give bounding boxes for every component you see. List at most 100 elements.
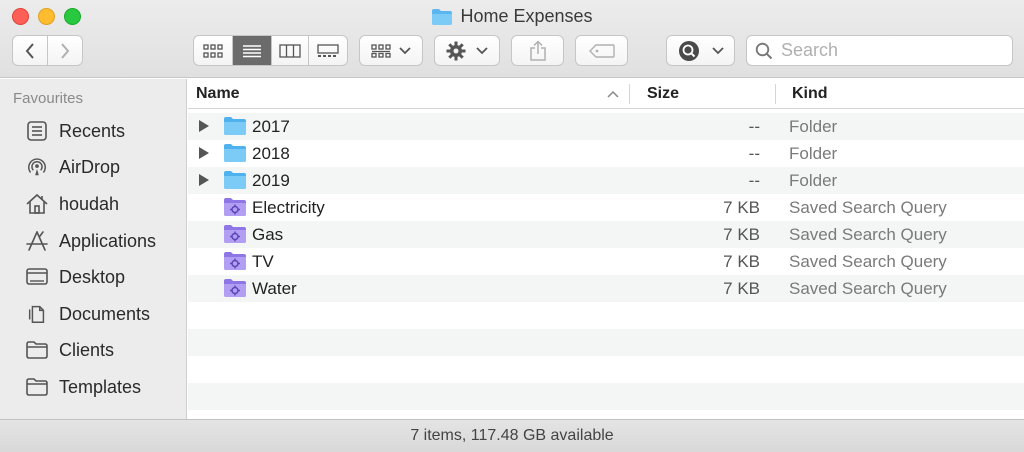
icon-view-button[interactable] [194, 36, 233, 65]
sidebar-item-recents[interactable]: Recents [0, 116, 186, 146]
table-row[interactable]: Gas 7 KB Saved Search Query [188, 221, 1024, 248]
list-view-button[interactable] [232, 36, 272, 65]
file-name: Electricity [252, 198, 325, 217]
file-name: Gas [252, 225, 284, 244]
group-by-button[interactable] [359, 35, 423, 66]
file-size: 7 KB [723, 198, 760, 217]
smart-folder-icon [224, 225, 246, 243]
folder-icon [224, 144, 246, 162]
recents-icon [27, 121, 47, 141]
file-kind: Folder [789, 117, 838, 136]
column-header-bar: Name Size Kind [188, 79, 1024, 109]
quicklook-menu-button[interactable] [666, 35, 735, 66]
column-header-size[interactable]: Size [647, 79, 775, 109]
gallery-view-icon [317, 43, 339, 57]
chevron-down-icon [399, 46, 411, 54]
file-kind: Folder [789, 144, 838, 163]
column-header-kind[interactable]: Kind [792, 79, 1012, 109]
disclosure-triangle[interactable] [199, 120, 209, 132]
window-title-text: Home Expenses [460, 6, 593, 26]
folder-icon [224, 117, 246, 135]
file-kind: Folder [789, 171, 838, 190]
sidebar-item-airdrop[interactable]: AirDrop [0, 152, 186, 182]
column-separator[interactable] [629, 84, 630, 104]
table-row[interactable]: Water 7 KB Saved Search Query [188, 275, 1024, 302]
sidebar: Favourites Recents AirDrop houdah Applic… [0, 79, 187, 419]
file-size: -- [748, 144, 760, 163]
applications-icon [26, 231, 48, 251]
column-view-button[interactable] [272, 36, 310, 65]
empty-row [188, 329, 1024, 356]
sidebar-item-label: AirDrop [59, 156, 121, 177]
tags-button[interactable] [575, 35, 628, 66]
share-button[interactable] [511, 35, 564, 66]
table-row[interactable]: TV 7 KB Saved Search Query [188, 248, 1024, 275]
search-field[interactable] [746, 35, 1013, 66]
file-size: -- [748, 117, 760, 136]
folder-icon [224, 171, 246, 189]
group-grid-icon [371, 43, 391, 58]
desktop-icon [26, 268, 48, 285]
file-size: 7 KB [723, 225, 760, 244]
column-separator[interactable] [775, 84, 776, 104]
sidebar-item-label: Recents [59, 120, 126, 141]
sidebar-item-label: Templates [59, 376, 142, 397]
action-menu-button[interactable] [434, 35, 500, 66]
status-text: 7 items, 117.48 GB available [410, 427, 614, 444]
disclosure-triangle[interactable] [199, 174, 209, 186]
window-title: Home Expenses [0, 6, 1024, 27]
sidebar-item-templates[interactable]: Templates [0, 372, 186, 402]
folder-icon [26, 378, 48, 396]
file-kind: Saved Search Query [789, 279, 947, 298]
tag-icon [588, 43, 615, 58]
file-size: -- [748, 171, 760, 190]
empty-row [188, 302, 1024, 329]
sidebar-item-clients[interactable]: Clients [0, 335, 186, 365]
file-kind: Saved Search Query [789, 225, 947, 244]
home-icon [26, 193, 48, 214]
forward-button[interactable] [48, 36, 83, 65]
chevron-down-icon [476, 46, 488, 54]
status-bar: 7 items, 117.48 GB available [0, 419, 1024, 452]
sidebar-item-label: Clients [59, 339, 115, 360]
icon-view-icon [203, 43, 223, 58]
sidebar-item-houdah[interactable]: houdah [0, 189, 186, 219]
folder-icon [26, 341, 48, 359]
file-list: 2017 -- Folder 2018 -- Folder 2019 -- Fo… [188, 113, 1024, 418]
file-kind: Saved Search Query [789, 198, 947, 217]
view-mode-control [193, 35, 348, 66]
share-icon [529, 39, 546, 61]
column-header-name[interactable]: Name [196, 79, 628, 109]
back-button[interactable] [13, 36, 48, 65]
table-row[interactable]: 2017 -- Folder [188, 113, 1024, 140]
chevron-left-icon [25, 42, 34, 59]
sort-ascending-icon [607, 90, 619, 98]
search-input[interactable] [781, 40, 1001, 61]
sidebar-item-desktop[interactable]: Desktop [0, 262, 186, 292]
sidebar-item-label: Desktop [59, 266, 126, 287]
smart-folder-icon [224, 198, 246, 216]
chevron-right-icon [60, 42, 70, 59]
chevron-down-icon [711, 46, 724, 54]
sidebar-item-documents[interactable]: Documents [0, 299, 186, 329]
sidebar-item-label: Documents [59, 303, 151, 324]
file-name: 2018 [252, 144, 290, 163]
documents-icon [28, 305, 45, 323]
gear-icon [446, 41, 466, 60]
disclosure-triangle[interactable] [199, 147, 209, 159]
table-row[interactable]: Electricity 7 KB Saved Search Query [188, 194, 1024, 221]
sidebar-item-applications[interactable]: Applications [0, 226, 186, 256]
gallery-view-button[interactable] [309, 36, 347, 65]
smart-folder-icon [224, 279, 246, 297]
table-row[interactable]: 2018 -- Folder [188, 140, 1024, 167]
column-view-icon [279, 43, 301, 58]
search-circle-icon [678, 40, 699, 61]
folder-icon [432, 8, 453, 25]
sidebar-heading: Favourites [13, 90, 84, 107]
sidebar-item-label: Applications [59, 230, 157, 251]
empty-row [188, 356, 1024, 383]
table-row[interactable]: 2019 -- Folder [188, 167, 1024, 194]
list-view-icon [242, 44, 261, 57]
search-icon [755, 42, 773, 59]
toolbar: Home Expenses [0, 0, 1024, 78]
